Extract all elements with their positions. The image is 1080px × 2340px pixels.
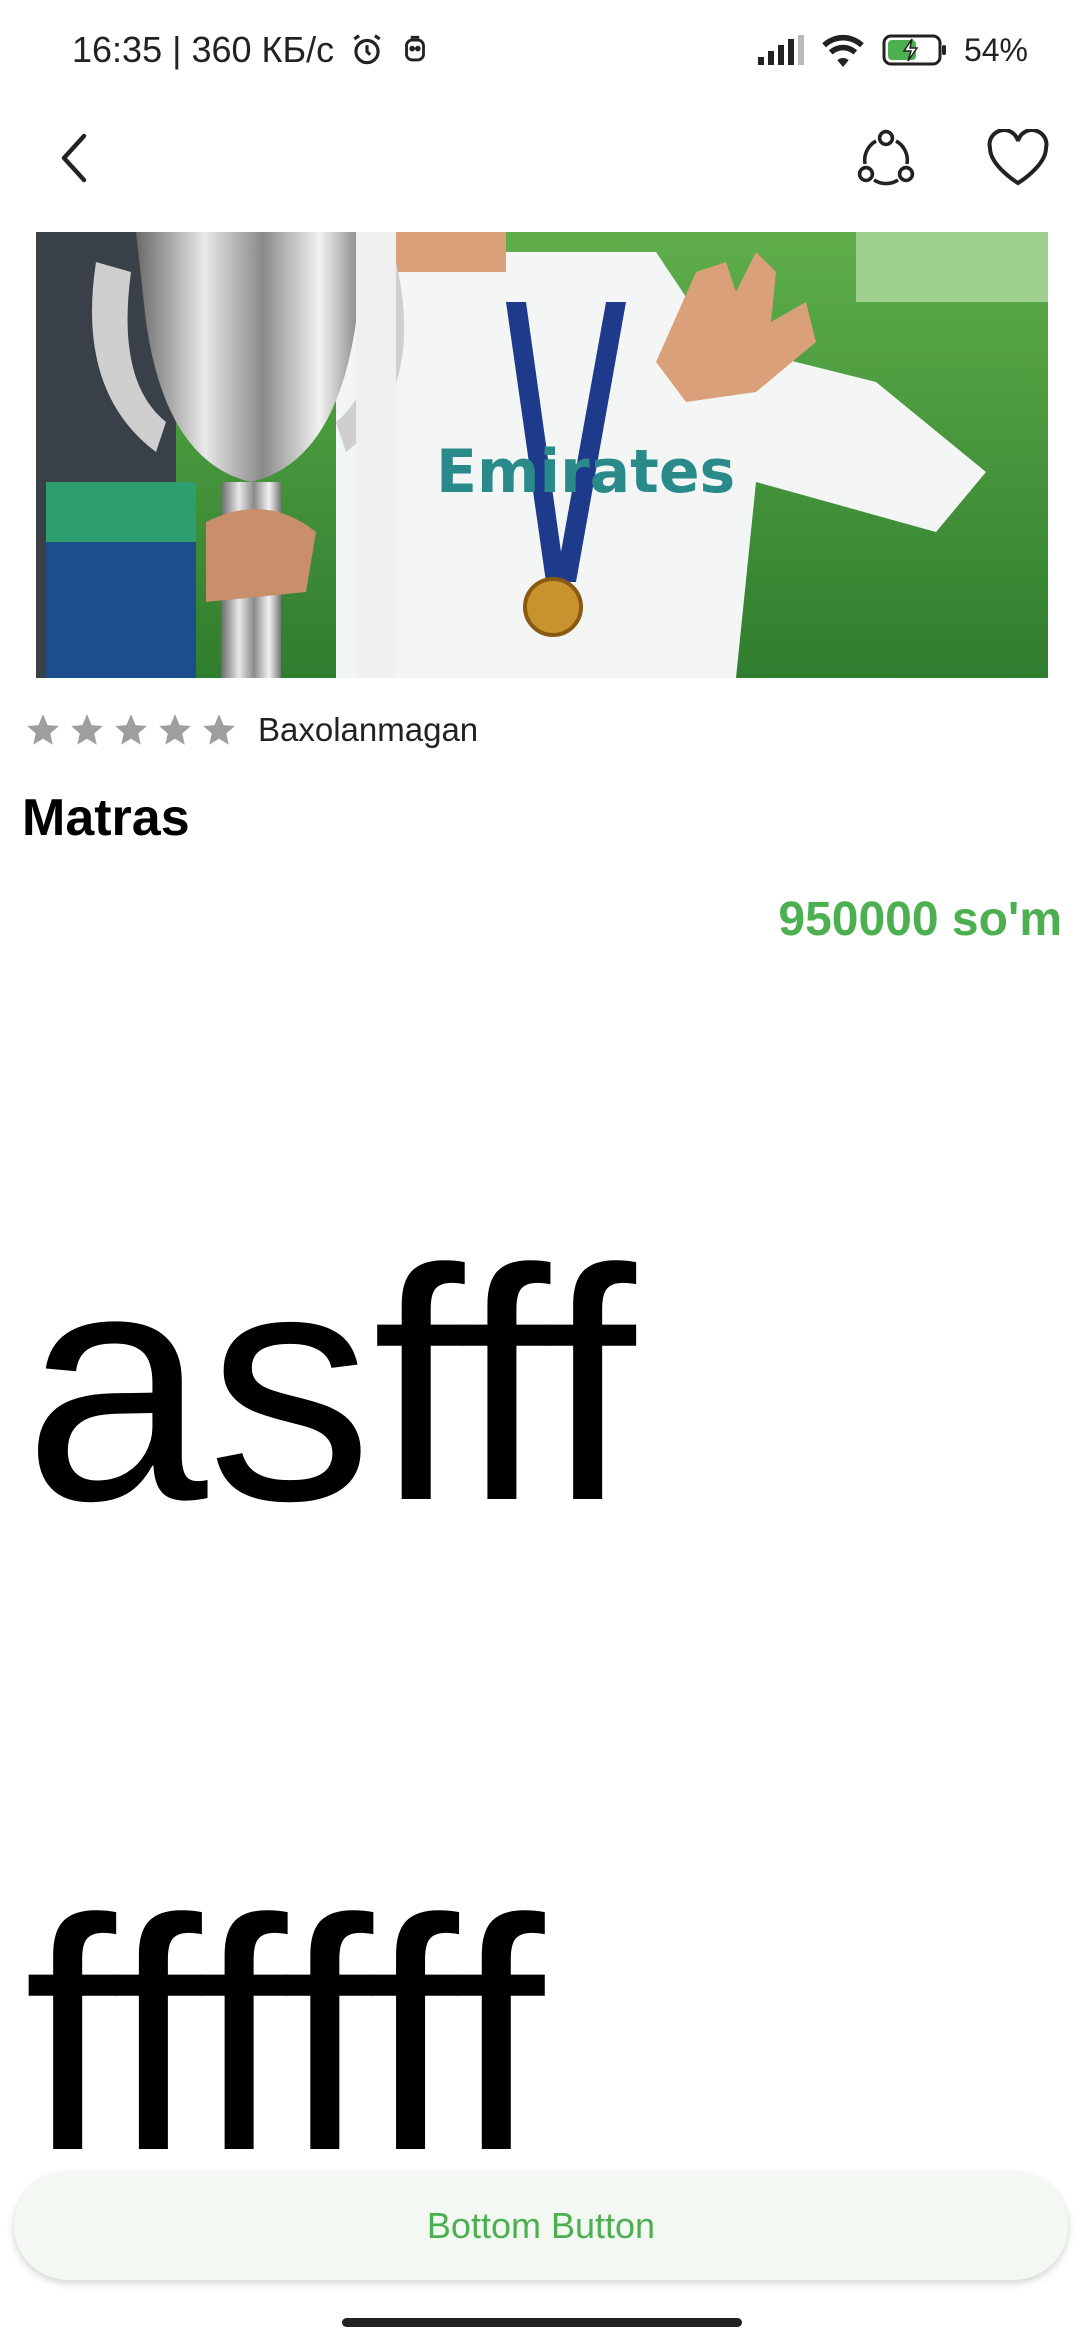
share-icon xyxy=(854,126,918,195)
back-button[interactable] xyxy=(36,120,116,200)
star-icon xyxy=(159,714,191,745)
toolbar xyxy=(0,110,1080,210)
battery-icon xyxy=(882,33,948,67)
product-screen: 16:35 | 360 КБ/с 54% Emirates Baxolanmag… xyxy=(0,0,1080,2340)
status-time: 16:35 | 360 КБ/с xyxy=(72,29,335,70)
description-line: asfff xyxy=(24,1200,636,1569)
product-title: Matras xyxy=(22,789,190,847)
product-image[interactable]: Emirates xyxy=(36,232,1048,678)
product-photo: Emirates xyxy=(36,232,1048,678)
star-icon xyxy=(71,714,103,745)
status-right: 54% xyxy=(757,31,1028,69)
home-indicator[interactable] xyxy=(342,2318,742,2327)
star-icon xyxy=(203,714,235,745)
rating[interactable]: Baxolanmagan xyxy=(24,706,478,754)
rating-label: Baxolanmagan xyxy=(258,711,479,748)
favorite-button[interactable] xyxy=(978,120,1058,200)
signal-icon xyxy=(757,35,804,65)
status-left: 16:35 | 360 КБ/с xyxy=(72,29,430,71)
bottom-button[interactable]: Bottom Button xyxy=(14,2172,1068,2280)
battery-percent: 54% xyxy=(963,31,1028,68)
star-icon xyxy=(27,714,59,745)
chevron-left-icon xyxy=(52,130,100,191)
svg-text:Emirates: Emirates xyxy=(436,437,735,507)
product-description: asfff ffffff xyxy=(24,1060,1064,2180)
status-bar: 16:35 | 360 КБ/с 54% xyxy=(0,0,1080,100)
alarm-icon xyxy=(348,31,386,69)
star-icon xyxy=(115,714,147,745)
share-button[interactable] xyxy=(846,120,926,200)
description-line: ffffff xyxy=(24,1850,545,2180)
notification-icon xyxy=(400,33,430,67)
heart-outline-icon xyxy=(986,127,1050,192)
rating-stars xyxy=(24,711,238,749)
product-price: 950000 so'm xyxy=(778,893,1062,946)
wifi-icon xyxy=(820,33,866,67)
